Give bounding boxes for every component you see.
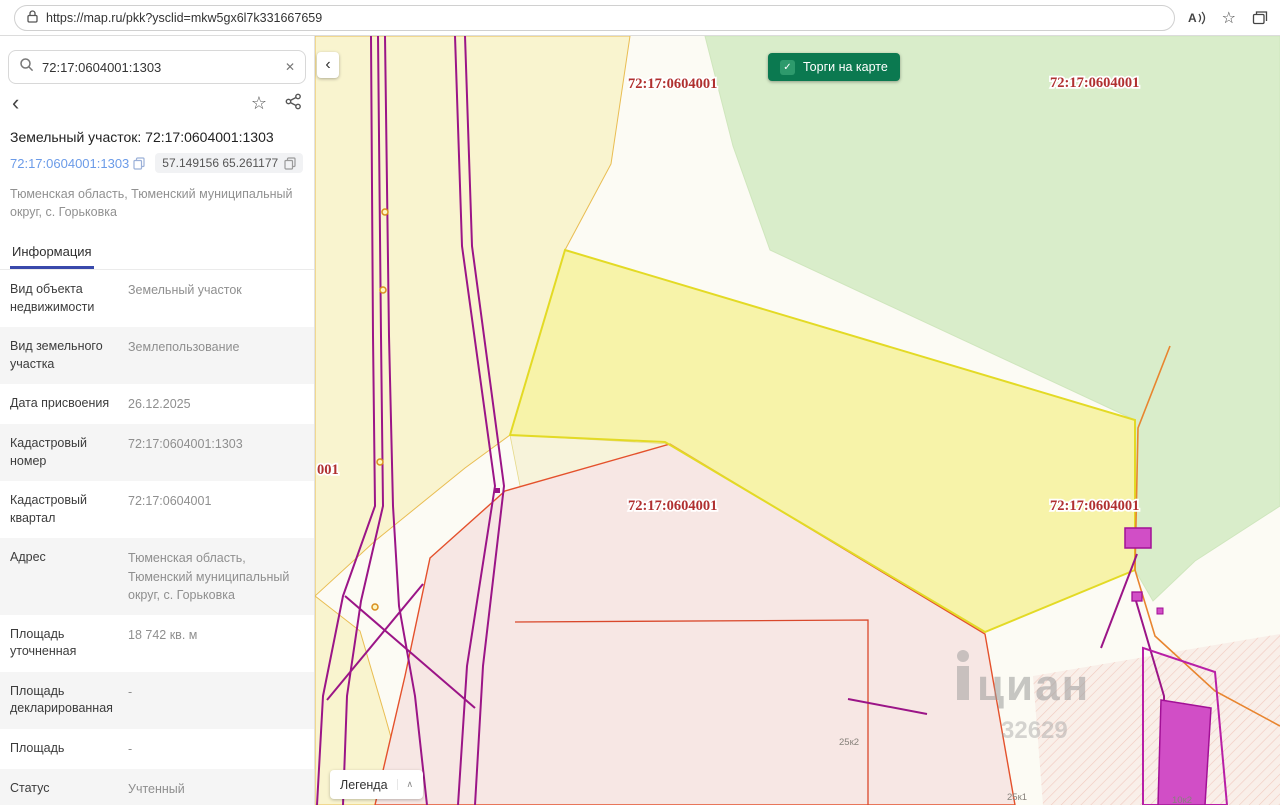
coordinates-chip[interactable]: 57.149156 65.261177 — [155, 153, 303, 173]
back-button[interactable] — [12, 92, 19, 115]
property-value: Тюменская область, Тюменский муниципальн… — [128, 549, 304, 603]
tab-information[interactable]: Информация — [10, 235, 94, 269]
property-value: 72:17:0604001:1303 — [128, 435, 304, 470]
property-label: Вид земельного участка — [10, 338, 118, 373]
property-label: Дата присвоения — [10, 395, 118, 413]
map-area[interactable]: циан 32629 72:17:0604001 72:17:0604001 7… — [315, 36, 1280, 805]
browser-actions: A — [1187, 8, 1268, 28]
table-row: Площадь- — [0, 729, 314, 769]
table-row: Вид земельного участка Землепользование — [0, 327, 314, 384]
property-value: - — [128, 740, 304, 758]
quarter-label: 72:17:0604001 — [1050, 498, 1139, 514]
legend-button[interactable]: Легенда — [330, 770, 423, 799]
table-row: Статус Учтенный — [0, 769, 314, 805]
property-value: - — [128, 683, 304, 718]
share-button[interactable] — [285, 93, 302, 115]
table-row: Дата присвоения 26.12.2025 — [0, 384, 314, 424]
page-title: Земельный участок: 72:17:0604001:1303 — [10, 129, 304, 145]
property-value: 26.12.2025 — [128, 395, 304, 413]
property-label: Площадь — [10, 740, 118, 758]
house-label: 25к1 — [1007, 792, 1027, 803]
lock-icon — [27, 10, 38, 26]
object-address: Тюменская область, Тюменский муниципальн… — [10, 185, 304, 221]
table-row: Площадь декларированная- — [0, 672, 314, 729]
check-icon: ✓ — [780, 60, 795, 75]
table-row: Площадь уточненная 18 742 кв. м — [0, 615, 314, 672]
house-label: 10к2 — [1172, 795, 1192, 805]
building[interactable] — [1125, 528, 1151, 548]
property-label: Адрес — [10, 549, 118, 603]
property-label: Статус — [10, 780, 118, 798]
collections-icon[interactable] — [1252, 10, 1268, 25]
building[interactable] — [1158, 700, 1211, 805]
copy-icon[interactable] — [133, 157, 145, 170]
table-row: Вид объекта недвижимости Земельный участо… — [0, 270, 314, 327]
browser-chrome: https://map.ru/pkk?ysclid=mkw5gx6l7k3316… — [0, 0, 1280, 36]
quarter-label: 72:17:0604001 — [628, 76, 717, 92]
watermark-number: 32629 — [1001, 717, 1068, 744]
copy-icon[interactable] — [284, 157, 296, 170]
property-value: 18 742 кв. м — [128, 626, 304, 661]
chevron-up-icon — [397, 779, 414, 790]
table-row: АдресТюменская область, Тюменский муници… — [0, 538, 314, 614]
table-row: Кадастровый номер 72:17:0604001:1303 — [0, 424, 314, 481]
read-aloud-icon[interactable]: A — [1187, 10, 1206, 26]
building[interactable] — [1157, 608, 1163, 614]
utility-node — [495, 488, 500, 493]
map-canvas[interactable]: циан 32629 72:17:0604001 72:17:0604001 7… — [315, 36, 1280, 805]
search-input[interactable] — [42, 60, 277, 75]
favorite-button[interactable] — [251, 93, 267, 114]
address-bar[interactable]: https://map.ru/pkk?ysclid=mkw5gx6l7k3316… — [14, 5, 1175, 31]
torgi-label: Торги на карте — [803, 60, 888, 74]
cadastral-number-text: 72:17:0604001:1303 — [10, 156, 129, 171]
property-value: Земельный участок — [128, 281, 304, 316]
quarter-label-partial: 001 — [317, 462, 339, 478]
house-label: 25к2 — [839, 737, 859, 748]
sidebar-nav-row — [12, 92, 302, 115]
quarter-label: 72:17:0604001 — [1050, 75, 1139, 91]
tab-bar: Информация — [0, 235, 314, 270]
legend-label: Легенда — [340, 778, 388, 792]
info-sidebar: Земельный участок: 72:17:0604001:1303 72… — [0, 36, 315, 805]
identifier-chips: 72:17:0604001:1303 57.149156 65.261177 — [10, 153, 304, 173]
property-value: Землепользование — [128, 338, 304, 373]
table-row: Кадастровый квартал 72:17:0604001 — [0, 481, 314, 538]
property-label: Площадь декларированная — [10, 683, 118, 718]
property-label: Вид объекта недвижимости — [10, 281, 118, 316]
property-label: Кадастровый номер — [10, 435, 118, 470]
property-label: Площадь уточненная — [10, 626, 118, 661]
cadastral-number-link[interactable]: 72:17:0604001:1303 — [10, 156, 145, 171]
collapse-sidebar-button[interactable] — [317, 52, 339, 78]
torgi-button[interactable]: ✓ Торги на карте — [768, 53, 900, 81]
coordinates-text: 57.149156 65.261177 — [162, 156, 278, 170]
search-icon — [19, 57, 34, 77]
building[interactable] — [1132, 592, 1142, 601]
watermark-text: циан — [977, 661, 1090, 710]
property-label: Кадастровый квартал — [10, 492, 118, 527]
quarter-label: 72:17:0604001 — [628, 498, 717, 514]
favorites-star-icon[interactable] — [1222, 8, 1236, 28]
svg-text:A: A — [1188, 11, 1197, 25]
properties-table: Вид объекта недвижимости Земельный участо… — [0, 270, 314, 805]
property-value: Учтенный — [128, 780, 304, 798]
property-value: 72:17:0604001 — [128, 492, 304, 527]
search-box[interactable] — [8, 50, 306, 84]
clear-search-icon[interactable] — [285, 58, 295, 76]
app-body: Земельный участок: 72:17:0604001:1303 72… — [0, 36, 1280, 805]
url-text: https://map.ru/pkk?ysclid=mkw5gx6l7k3316… — [46, 11, 322, 25]
